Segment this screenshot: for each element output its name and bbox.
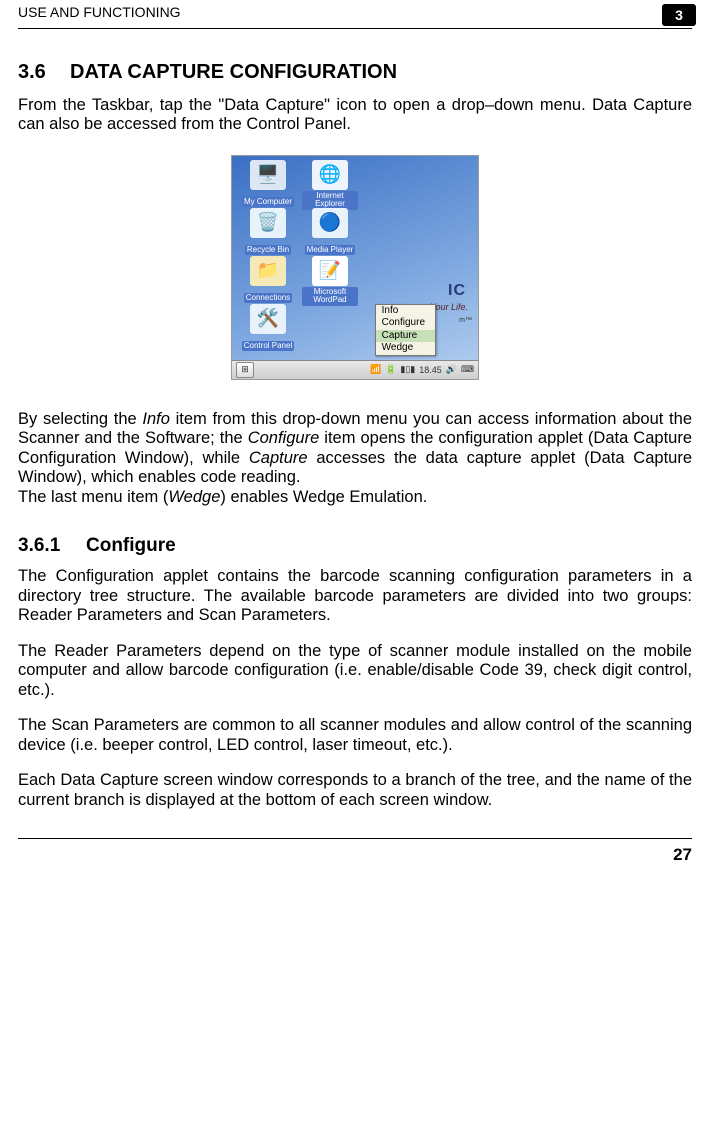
chapter-badge: 3 — [662, 4, 696, 26]
desktop-icon-my-computer[interactable]: 🖥️ My Computer — [240, 160, 296, 209]
desktop-icon-connections[interactable]: 📁 Connections — [240, 256, 296, 305]
desktop-icon-wordpad[interactable]: 📝 Microsoft WordPad — [302, 256, 358, 307]
desktop-area: 🖥️ My Computer 🌐 Internet Explorer 🗑️ Re… — [232, 156, 478, 360]
connections-icon: 📁 — [250, 256, 286, 286]
subsection-number: 3.6.1 — [18, 535, 86, 557]
control-panel-icon: 🛠️ — [250, 304, 286, 334]
windows-icon: ⊞ — [241, 364, 249, 375]
section-heading: 3.6DATA CAPTURE CONFIGURATION — [18, 61, 692, 84]
menu-item-wedge[interactable]: Wedge — [376, 342, 435, 355]
subsection-heading: 3.6.1Configure — [18, 535, 692, 557]
icon-label: Recycle Bin — [245, 245, 291, 255]
subsection-title-text: Configure — [86, 535, 176, 556]
taskbar-clock: 18.45 — [419, 365, 442, 375]
configure-para-4: Each Data Capture screen window correspo… — [18, 771, 692, 810]
recycle-bin-icon: 🗑️ — [250, 208, 286, 238]
italic-wedge: Wedge — [168, 488, 220, 506]
icon-label: My Computer — [242, 197, 294, 207]
paragraph-wedge: The last menu item (Wedge) enables Wedge… — [18, 488, 692, 507]
section-number: 3.6 — [18, 61, 70, 84]
header-rule — [18, 28, 692, 29]
section-title-text: DATA CAPTURE CONFIGURATION — [70, 61, 397, 83]
icon-label: Internet Explorer — [302, 191, 358, 210]
configure-para-3: The Scan Parameters are common to all sc… — [18, 716, 692, 755]
paragraph-info-configure-capture: By selecting the Info item from this dro… — [18, 410, 692, 488]
tray-icon[interactable]: 🔊 — [446, 364, 457, 375]
wordpad-icon: 📝 — [312, 256, 348, 286]
icon-label: Media Player — [305, 245, 356, 255]
desktop-icon-control-panel[interactable]: 🛠️ Control Panel — [240, 304, 296, 353]
menu-item-info[interactable]: Info — [376, 305, 435, 318]
wallpaper-tm: m™ — [459, 317, 472, 324]
italic-configure: Configure — [248, 429, 320, 447]
icon-label: Connections — [244, 293, 292, 303]
menu-item-capture[interactable]: Capture — [376, 330, 435, 343]
intro-paragraph: From the Taskbar, tap the "Data Capture"… — [18, 96, 692, 135]
page-number: 27 — [18, 845, 692, 865]
tray-icon[interactable]: 📶 — [370, 364, 381, 375]
tray-icon[interactable]: 🔋 — [385, 364, 396, 375]
tray-barcode-icon[interactable]: ▮▯▮ — [400, 364, 415, 375]
ie-icon: 🌐 — [312, 160, 348, 190]
italic-capture: Capture — [249, 449, 308, 467]
tray-sip-icon[interactable]: ⌨ — [461, 364, 474, 375]
start-button[interactable]: ⊞ — [236, 362, 254, 378]
configure-para-1: The Configuration applet contains the ba… — [18, 567, 692, 625]
icon-label: Microsoft WordPad — [302, 287, 358, 306]
data-capture-menu: Info Configure Capture Wedge — [375, 304, 436, 356]
desktop-icon-recycle-bin[interactable]: 🗑️ Recycle Bin — [240, 208, 296, 257]
desktop-icon-internet-explorer[interactable]: 🌐 Internet Explorer — [302, 160, 358, 211]
desktop-icon-media-player[interactable]: 🔵 Media Player — [302, 208, 358, 257]
footer-rule — [18, 838, 692, 839]
italic-info: Info — [142, 410, 170, 428]
icon-label: Control Panel — [242, 341, 294, 351]
computer-icon: 🖥️ — [250, 160, 286, 190]
taskbar: ⊞ 📶 🔋 ▮▯▮ 18.45 🔊 ⌨ — [232, 360, 478, 379]
wallpaper-brand: IC — [448, 282, 466, 300]
device-screenshot: 🖥️ My Computer 🌐 Internet Explorer 🗑️ Re… — [231, 155, 479, 380]
menu-item-configure[interactable]: Configure — [376, 317, 435, 330]
running-head: USE AND FUNCTIONING — [18, 4, 181, 20]
media-player-icon: 🔵 — [312, 208, 348, 238]
configure-para-2: The Reader Parameters depend on the type… — [18, 642, 692, 700]
